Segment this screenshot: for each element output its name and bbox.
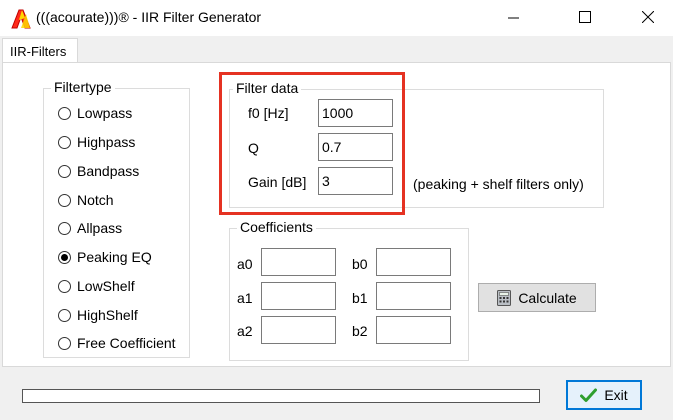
f0-input[interactable] [318, 99, 393, 127]
radio-button [58, 336, 71, 350]
calculate-label: Calculate [518, 289, 577, 306]
radio-label: Lowpass [77, 105, 133, 121]
exit-button[interactable]: Exit [566, 380, 642, 410]
progress-bar [22, 389, 540, 403]
radio-button [58, 135, 71, 149]
radio-notch[interactable]: Notch [58, 190, 114, 210]
radio-label: Highpass [77, 134, 136, 150]
b1-label: b1 [352, 290, 368, 306]
radio-highpass[interactable]: Highpass [58, 132, 135, 152]
radio-lowpass[interactable]: Lowpass [58, 103, 132, 123]
radio-button [58, 308, 71, 322]
calculator-icon [497, 289, 512, 306]
a2-input[interactable] [261, 316, 336, 344]
maximize-icon [579, 10, 591, 26]
radio-label: LowShelf [77, 278, 135, 294]
title-bar: (((acourate)))® - IIR Filter Generator [0, 0, 673, 36]
tab-label: IIR-Filters [10, 44, 67, 59]
calculate-button[interactable]: Calculate [478, 283, 596, 312]
radio-label: Notch [77, 192, 114, 208]
tab-iir-filters[interactable]: IIR-Filters [2, 38, 78, 63]
radio-label: Allpass [77, 220, 123, 236]
q-input[interactable] [318, 133, 393, 161]
radio-button [58, 164, 71, 178]
radio-label: Peaking EQ [77, 249, 152, 265]
radio-allpass[interactable]: Allpass [58, 218, 122, 238]
maximize-button[interactable] [562, 0, 608, 36]
exit-label: Exit [604, 387, 628, 403]
minimize-button[interactable] [490, 0, 536, 36]
radio-bandpass[interactable]: Bandpass [58, 161, 139, 181]
gain-input[interactable] [318, 167, 393, 195]
a0-label: a0 [237, 256, 253, 272]
radio-button-selected [58, 250, 71, 264]
b2-input[interactable] [376, 316, 451, 344]
close-icon [641, 10, 655, 26]
b0-input[interactable] [376, 248, 451, 276]
a0-input[interactable] [261, 248, 336, 276]
window-title: (((acourate)))® - IIR Filter Generator [36, 9, 262, 25]
gain-label: Gain [dB] [248, 174, 307, 190]
coefficients-group-title: Coefficients [237, 219, 316, 235]
radio-button [58, 279, 71, 293]
f0-label: f0 [Hz] [248, 105, 289, 121]
radio-label: Free Coefficient [77, 335, 176, 351]
radio-label: HighShelf [77, 307, 138, 323]
b0-label: b0 [352, 256, 368, 272]
radio-free-coefficient[interactable]: Free Coefficient [58, 333, 180, 353]
filter-data-group-title: Filter data [233, 80, 302, 96]
b2-label: b2 [352, 323, 368, 339]
a1-label: a1 [237, 290, 253, 306]
radio-label: Bandpass [77, 163, 140, 179]
radio-lowshelf[interactable]: LowShelf [58, 276, 135, 296]
radio-button [58, 106, 71, 120]
peaking-shelf-note: (peaking + shelf filters only) [413, 176, 584, 192]
a2-label: a2 [237, 323, 253, 339]
radio-peaking-eq[interactable]: Peaking EQ [58, 247, 152, 267]
b1-input[interactable] [376, 282, 451, 310]
radio-highshelf[interactable]: HighShelf [58, 305, 138, 325]
acourate-logo-icon [10, 8, 32, 30]
checkmark-icon [580, 388, 598, 403]
close-button[interactable] [625, 0, 671, 36]
radio-button [58, 221, 71, 235]
minimize-icon [507, 10, 519, 26]
filtertype-group-title: Filtertype [51, 79, 115, 95]
q-label: Q [248, 140, 259, 156]
radio-button [58, 193, 71, 207]
a1-input[interactable] [261, 282, 336, 310]
